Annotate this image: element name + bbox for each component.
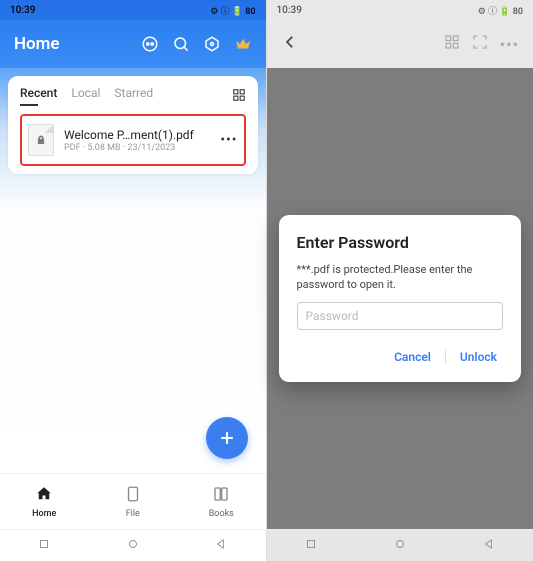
unlock-button[interactable]: Unlock: [454, 346, 503, 368]
status-time: 10:39: [10, 5, 35, 16]
sys-back-icon[interactable]: [482, 536, 496, 555]
modal-overlay: Enter Password ***.pdf is protected.Plea…: [267, 68, 533, 529]
tab-starred[interactable]: Starred: [114, 86, 153, 106]
nav-home-label: Home: [32, 509, 56, 519]
dialog-title: Enter Password: [297, 233, 504, 252]
tab-recent[interactable]: Recent: [20, 86, 57, 106]
file-info: Welcome P…ment(1).pdf PDF · 5.08 MB · 23…: [64, 128, 210, 153]
sys-recent-icon[interactable]: [37, 536, 51, 555]
grid-view-icon[interactable]: [444, 34, 460, 54]
password-dialog: Enter Password ***.pdf is protected.Plea…: [279, 215, 522, 383]
cancel-button[interactable]: Cancel: [388, 346, 437, 368]
page-title: Home: [14, 34, 60, 54]
files-card: Recent Local Starred Welcome P…ment(1).p…: [8, 76, 258, 174]
tab-local[interactable]: Local: [71, 86, 100, 106]
sys-recent-icon[interactable]: [304, 536, 318, 555]
premium-crown-icon[interactable]: [234, 35, 252, 53]
status-bar: 10:39 ⚙ ⓘ 🔋 80: [0, 0, 266, 20]
password-input[interactable]: [297, 302, 504, 330]
app-header: Home: [0, 20, 266, 68]
assistant-icon[interactable]: [141, 35, 159, 53]
status-bar: 10:39 ⚙ ⓘ 🔋 80: [267, 0, 533, 20]
system-nav: [0, 529, 266, 561]
system-nav: [267, 529, 533, 561]
status-icons: ⚙ ⓘ 🔋 80: [210, 4, 255, 17]
nav-home[interactable]: Home: [0, 474, 89, 529]
nav-books[interactable]: Books: [177, 474, 266, 529]
file-thumbnail-icon: [28, 124, 54, 156]
settings-hex-icon[interactable]: [203, 35, 221, 53]
books-icon: [212, 485, 230, 507]
expand-icon[interactable]: [472, 34, 488, 54]
search-icon[interactable]: [172, 35, 190, 53]
viewer-header: •••: [267, 20, 533, 68]
nav-file[interactable]: File: [89, 474, 178, 529]
file-meta: PDF · 5.08 MB · 23/11/2023: [64, 143, 210, 153]
file-icon: [124, 485, 142, 507]
add-fab-button[interactable]: [206, 417, 248, 459]
sys-back-icon[interactable]: [214, 536, 228, 555]
home-icon: [35, 485, 53, 507]
sys-home-icon[interactable]: [126, 536, 140, 555]
grid-view-icon[interactable]: [232, 87, 246, 106]
file-name: Welcome P…ment(1).pdf: [64, 128, 210, 142]
bottom-nav: Home File Books: [0, 473, 266, 529]
dialog-message: ***.pdf is protected.Please enter the pa…: [297, 262, 504, 293]
more-icon[interactable]: •••: [500, 35, 519, 54]
nav-books-label: Books: [209, 509, 234, 519]
divider: [445, 350, 446, 364]
back-icon[interactable]: [281, 33, 299, 55]
file-row[interactable]: Welcome P…ment(1).pdf PDF · 5.08 MB · 23…: [20, 114, 246, 166]
sys-home-icon[interactable]: [393, 536, 407, 555]
status-icons: ⚙ ⓘ 🔋 80: [478, 4, 523, 17]
status-time: 10:39: [277, 5, 302, 16]
nav-file-label: File: [126, 509, 140, 519]
file-more-icon[interactable]: •••: [220, 132, 237, 148]
file-tabs: Recent Local Starred: [20, 86, 246, 106]
